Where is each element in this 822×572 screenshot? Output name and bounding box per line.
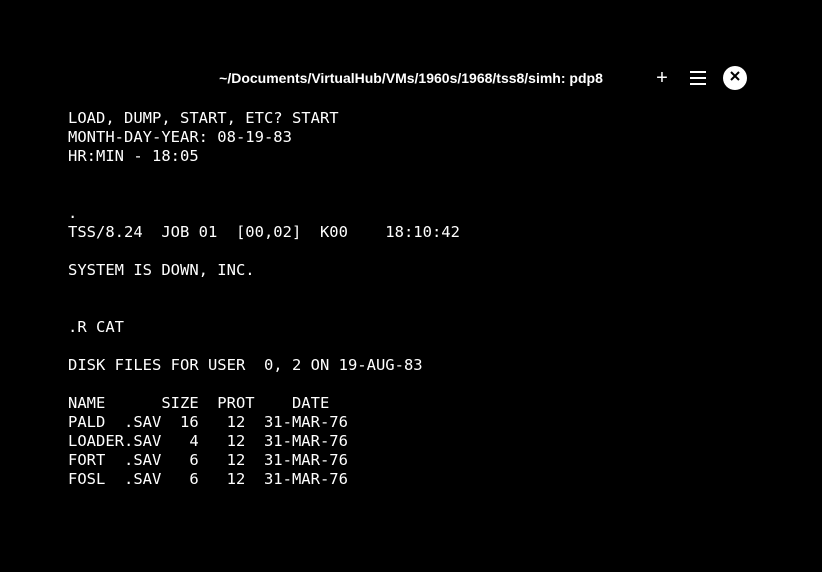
new-tab-button[interactable] [651, 67, 673, 89]
close-icon [729, 69, 741, 87]
plus-icon [656, 67, 668, 90]
menu-button[interactable] [687, 67, 709, 89]
window-title: ~/Documents/VirtualHub/VMs/1960s/1968/ts… [219, 70, 603, 86]
terminal-window: ~/Documents/VirtualHub/VMs/1960s/1968/ts… [65, 57, 757, 505]
terminal-output[interactable]: LOAD, DUMP, START, ETC? START MONTH-DAY-… [65, 99, 757, 489]
window-controls [651, 57, 747, 99]
hamburger-icon [690, 71, 706, 85]
close-button[interactable] [723, 66, 747, 90]
titlebar: ~/Documents/VirtualHub/VMs/1960s/1968/ts… [65, 57, 757, 99]
